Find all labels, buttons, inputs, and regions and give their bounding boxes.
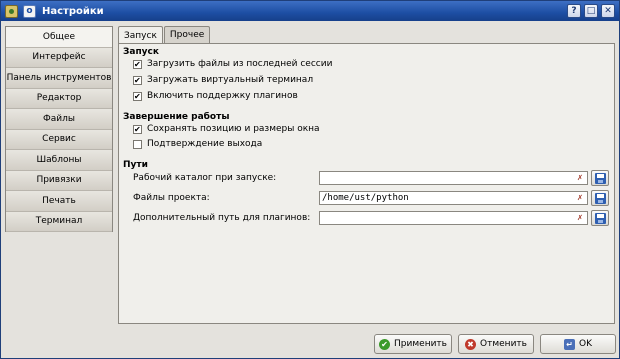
checkmark-icon: ✔ [379, 338, 391, 350]
clear-icon[interactable]: ✗ [575, 213, 585, 223]
floppy-icon [594, 192, 606, 204]
sidebar-item-tools[interactable]: Сервис [6, 129, 112, 150]
category-sidebar: Общее Интерфейс Панель инструментов Реда… [5, 26, 113, 232]
app-icon[interactable] [5, 4, 18, 18]
window-controls: ? □ ✕ [567, 4, 615, 18]
settings-panel: Запуск Загрузить файлы из последней сесс… [118, 43, 615, 324]
close-button[interactable]: ✕ [601, 4, 615, 18]
tab-startup[interactable]: Запуск [118, 26, 163, 44]
tab-label: Прочее [169, 30, 205, 40]
sidebar-item-keybindings[interactable]: Привязки [6, 170, 112, 191]
sidebar-item-toolbar[interactable]: Панель инструментов [6, 68, 112, 89]
field-label: Файлы проекта: [133, 193, 210, 203]
title-bar[interactable]: o Настройки ? □ ✕ [1, 1, 619, 21]
floppy-icon [594, 212, 606, 224]
cancel-icon: ✖ [465, 338, 477, 350]
paths-section-title: Пути [123, 160, 148, 170]
button-label: OK [579, 339, 592, 349]
checkbox[interactable] [133, 124, 142, 134]
sidebar-item-interface[interactable]: Интерфейс [6, 47, 112, 68]
window-menu-icon[interactable]: o [23, 4, 36, 18]
option-save-window-geometry[interactable]: Сохранять позицию и размеры окна [133, 124, 320, 134]
browse-button[interactable] [591, 210, 609, 226]
help-button[interactable]: ? [567, 4, 581, 18]
field-label: Рабочий каталог при запуске: [133, 173, 277, 183]
dialog-buttons: ✔ Применить ✖ Отменить ↵ OK [1, 334, 620, 354]
option-label: Подтверждение выхода [147, 139, 263, 149]
sidebar-item-terminal[interactable]: Терминал [6, 211, 112, 232]
path-row-project-files: Файлы проекта: /home/ust/python ✗ [133, 190, 609, 206]
sidebar-item-label: Шаблоны [36, 154, 82, 165]
tab-misc[interactable]: Прочее [163, 26, 211, 43]
maximize-button[interactable]: □ [584, 4, 598, 18]
window-title: Настройки [42, 5, 104, 17]
sidebar-item-label: Файлы [43, 113, 75, 124]
sidebar-item-label: Сервис [42, 134, 76, 145]
clear-icon[interactable]: ✗ [575, 173, 585, 183]
option-confirm-exit[interactable]: Подтверждение выхода [133, 139, 262, 149]
browse-button[interactable] [591, 190, 609, 206]
option-enable-plugins[interactable]: Включить поддержку плагинов [133, 91, 298, 101]
browse-button[interactable] [591, 170, 609, 186]
floppy-icon [594, 172, 606, 184]
option-label: Загружать виртуальный терминал [147, 75, 314, 85]
checkbox[interactable] [133, 59, 142, 69]
startup-section-title: Запуск [123, 47, 159, 57]
shutdown-section-title: Завершение работы [123, 112, 230, 122]
plugin-path-input[interactable]: ✗ [319, 211, 588, 225]
field-value: /home/ust/python [322, 193, 409, 203]
option-label: Сохранять позицию и размеры окна [147, 124, 320, 134]
path-row-startup-dir: Рабочий каталог при запуске: ✗ [133, 170, 609, 186]
cancel-button[interactable]: ✖ Отменить [458, 334, 534, 354]
field-label: Дополнительный путь для плагинов: [133, 213, 311, 223]
checkbox[interactable] [133, 75, 142, 85]
ok-button[interactable]: ↵ OK [540, 334, 616, 354]
tab-bar: Запуск Прочее [118, 26, 211, 44]
sidebar-item-label: Печать [42, 195, 76, 206]
sidebar-item-editor[interactable]: Редактор [6, 88, 112, 109]
path-row-plugin-path: Дополнительный путь для плагинов: ✗ [133, 210, 609, 226]
sidebar-item-templates[interactable]: Шаблоны [6, 150, 112, 171]
sidebar-item-files[interactable]: Файлы [6, 109, 112, 130]
apply-button[interactable]: ✔ Применить [374, 334, 452, 354]
option-load-terminal[interactable]: Загружать виртуальный терминал [133, 75, 313, 85]
sidebar-item-label: Интерфейс [32, 52, 86, 63]
sidebar-item-printing[interactable]: Печать [6, 191, 112, 212]
option-load-session[interactable]: Загрузить файлы из последней сессии [133, 59, 332, 69]
checkbox[interactable] [133, 139, 142, 149]
option-label: Загрузить файлы из последней сессии [147, 59, 333, 69]
option-label: Включить поддержку плагинов [147, 91, 298, 101]
preferences-window: o Настройки ? □ ✕ Общее Интерфейс Панель… [0, 0, 620, 359]
button-label: Отменить [480, 339, 527, 349]
sidebar-item-label: Редактор [36, 93, 82, 104]
sidebar-item-label: Панель инструментов [6, 72, 112, 83]
sidebar-item-label: Привязки [36, 175, 82, 186]
sidebar-item-label: Общее [42, 31, 76, 42]
clear-icon[interactable]: ✗ [575, 193, 585, 203]
project-files-input[interactable]: /home/ust/python ✗ [319, 191, 588, 205]
button-label: Применить [394, 339, 447, 349]
startup-dir-input[interactable]: ✗ [319, 171, 588, 185]
ok-icon: ↵ [564, 338, 575, 350]
sidebar-item-label: Терминал [35, 216, 83, 227]
sidebar-item-general[interactable]: Общее [6, 27, 112, 48]
tab-label: Запуск [124, 30, 157, 41]
checkbox[interactable] [133, 91, 142, 101]
